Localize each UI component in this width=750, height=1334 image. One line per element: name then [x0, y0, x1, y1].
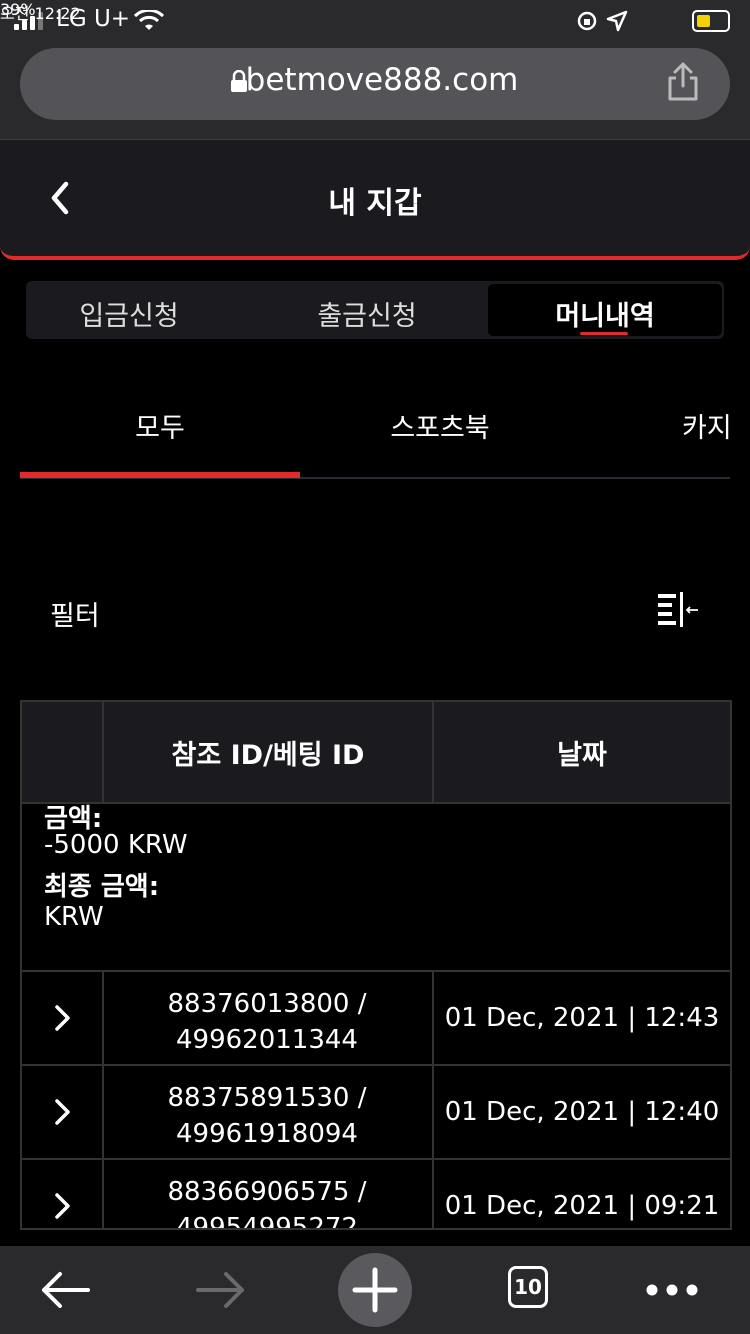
table-row[interactable]: 88366906575 /49954995272 01 Dec, 2021 | … — [22, 1160, 730, 1230]
category-tab-all[interactable]: 모두 — [20, 406, 300, 445]
page-title: 내 지갑 — [328, 186, 422, 221]
plus-icon — [352, 1267, 398, 1313]
table-row[interactable]: 88376013800 /49962011344 01 Dec, 2021 | … — [22, 972, 730, 1066]
header-reference-id: 참조 ID/베팅 ID — [171, 739, 365, 771]
category-active-underline — [20, 472, 300, 478]
amount-value: -5000 KRW — [44, 830, 188, 860]
filter-toggle-icon[interactable] — [656, 590, 700, 630]
category-tab-sportsbook[interactable]: 스포츠북 — [300, 406, 580, 445]
battery-icon — [692, 10, 730, 32]
header-expand — [22, 702, 102, 802]
expand-chevron-icon[interactable] — [52, 1190, 74, 1222]
table-header: 참조 ID/베팅 ID 날짜 — [22, 702, 730, 804]
reference-id: 88375891530 /49961918094 — [167, 1083, 367, 1149]
more-dots-icon[interactable] — [644, 1280, 700, 1300]
row-date: 01 Dec, 2021 | 09:21 — [444, 1191, 720, 1221]
reference-id: 88376013800 /49962011344 — [167, 989, 367, 1055]
tabs-count-button[interactable]: 10 — [508, 1266, 548, 1308]
expanded-row-detail: 금액: -5000 KRW 최종 금액: KRW — [22, 804, 730, 972]
row-date: 01 Dec, 2021 | 12:40 — [444, 1097, 720, 1127]
final-amount-value: KRW — [44, 902, 104, 932]
final-amount-label: 최종 금액: — [44, 872, 160, 902]
filter-label: 필터 — [50, 601, 100, 632]
back-arrow-icon[interactable] — [38, 1268, 92, 1312]
header-date: 날짜 — [557, 739, 607, 771]
category-tab-casino[interactable]: 카지 — [682, 406, 732, 445]
tab-deposit-request[interactable]: 입금신청 — [12, 294, 246, 333]
table-row[interactable]: 88375891530 /49961918094 01 Dec, 2021 | … — [22, 1066, 730, 1160]
battery-percent: 39% — [0, 0, 36, 19]
active-tab-underline — [580, 332, 628, 335]
expand-chevron-icon[interactable] — [52, 1002, 74, 1034]
row-date: 01 Dec, 2021 | 12:43 — [444, 1003, 720, 1033]
forward-arrow-icon[interactable] — [194, 1268, 248, 1312]
tab-withdraw-request[interactable]: 출금신청 — [250, 294, 484, 333]
rotation-lock-icon — [577, 11, 597, 31]
expand-chevron-icon[interactable] — [52, 1096, 74, 1128]
tab-money-history[interactable]: 머니내역 — [488, 294, 722, 333]
location-icon — [606, 10, 628, 32]
wifi-icon — [134, 10, 164, 30]
reference-id: 88366906575 /49954995272 — [167, 1177, 367, 1230]
money-history-table: 참조 ID/베팅 ID 날짜 금액: -5000 KRW 최종 금액: KRW … — [20, 700, 732, 1230]
share-icon[interactable] — [666, 62, 700, 102]
url-text: betmove888.com — [245, 62, 519, 98]
